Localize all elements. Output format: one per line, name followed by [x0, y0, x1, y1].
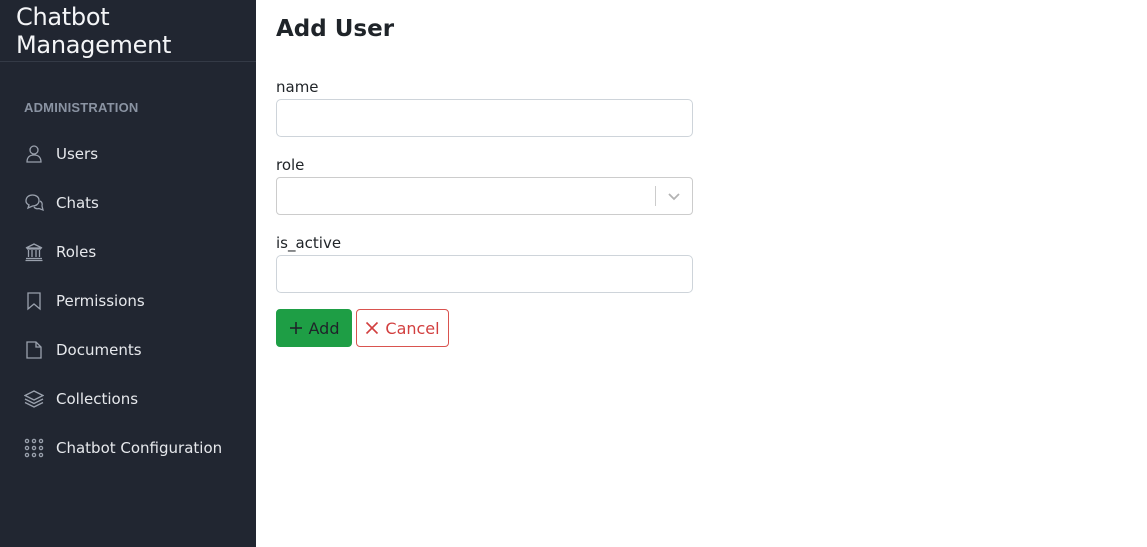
add-button[interactable]: Add [276, 309, 352, 347]
sidebar-item-users[interactable]: Users [0, 129, 256, 178]
sidebar-nav: Users Chats Roles Permissions Documents [0, 129, 256, 472]
user-icon [24, 144, 44, 164]
app-brand[interactable]: Chatbot Management [0, 0, 256, 62]
sidebar-item-collections[interactable]: Collections [0, 374, 256, 423]
sidebar-item-label: Chats [56, 193, 99, 212]
sidebar-item-label: Collections [56, 389, 139, 408]
bookmark-icon [24, 291, 44, 311]
sidebar-item-label: Permissions [56, 291, 145, 310]
document-icon [24, 340, 44, 360]
sidebar-item-chatbot-configuration[interactable]: Chatbot Configuration [0, 423, 256, 472]
sidebar-item-label: Chatbot Configuration [56, 438, 223, 457]
plus-icon [289, 321, 303, 335]
sidebar-item-permissions[interactable]: Permissions [0, 276, 256, 325]
sidebar-item-label: Roles [56, 242, 97, 261]
name-input[interactable] [276, 99, 693, 137]
cancel-button[interactable]: Cancel [356, 309, 449, 347]
sidebar-item-label: Users [56, 144, 99, 163]
is-active-input[interactable] [276, 255, 693, 293]
sidebar-item-label: Documents [56, 340, 142, 359]
bank-icon [24, 242, 44, 262]
add-button-label: Add [308, 318, 340, 338]
select-separator [655, 186, 656, 206]
sidebar: Chatbot Management ADMINISTRATION Users … [0, 0, 256, 547]
role-select[interactable] [276, 177, 693, 215]
sidebar-item-roles[interactable]: Roles [0, 227, 256, 276]
is-active-label: is_active [276, 234, 342, 252]
layers-icon [24, 389, 44, 409]
role-label: role [276, 156, 305, 174]
page-title: Add User [276, 16, 395, 42]
cancel-button-label: Cancel [385, 318, 440, 338]
chat-bubbles-icon [24, 193, 44, 213]
close-icon [365, 321, 379, 335]
nav-section-title: ADMINISTRATION [24, 100, 139, 115]
name-label: name [276, 78, 319, 96]
grid-dots-icon [24, 438, 44, 458]
chevron-down-icon[interactable] [666, 188, 682, 204]
sidebar-item-documents[interactable]: Documents [0, 325, 256, 374]
main-content: Add User name role is_active Add Cancel [276, 0, 1147, 547]
sidebar-item-chats[interactable]: Chats [0, 178, 256, 227]
